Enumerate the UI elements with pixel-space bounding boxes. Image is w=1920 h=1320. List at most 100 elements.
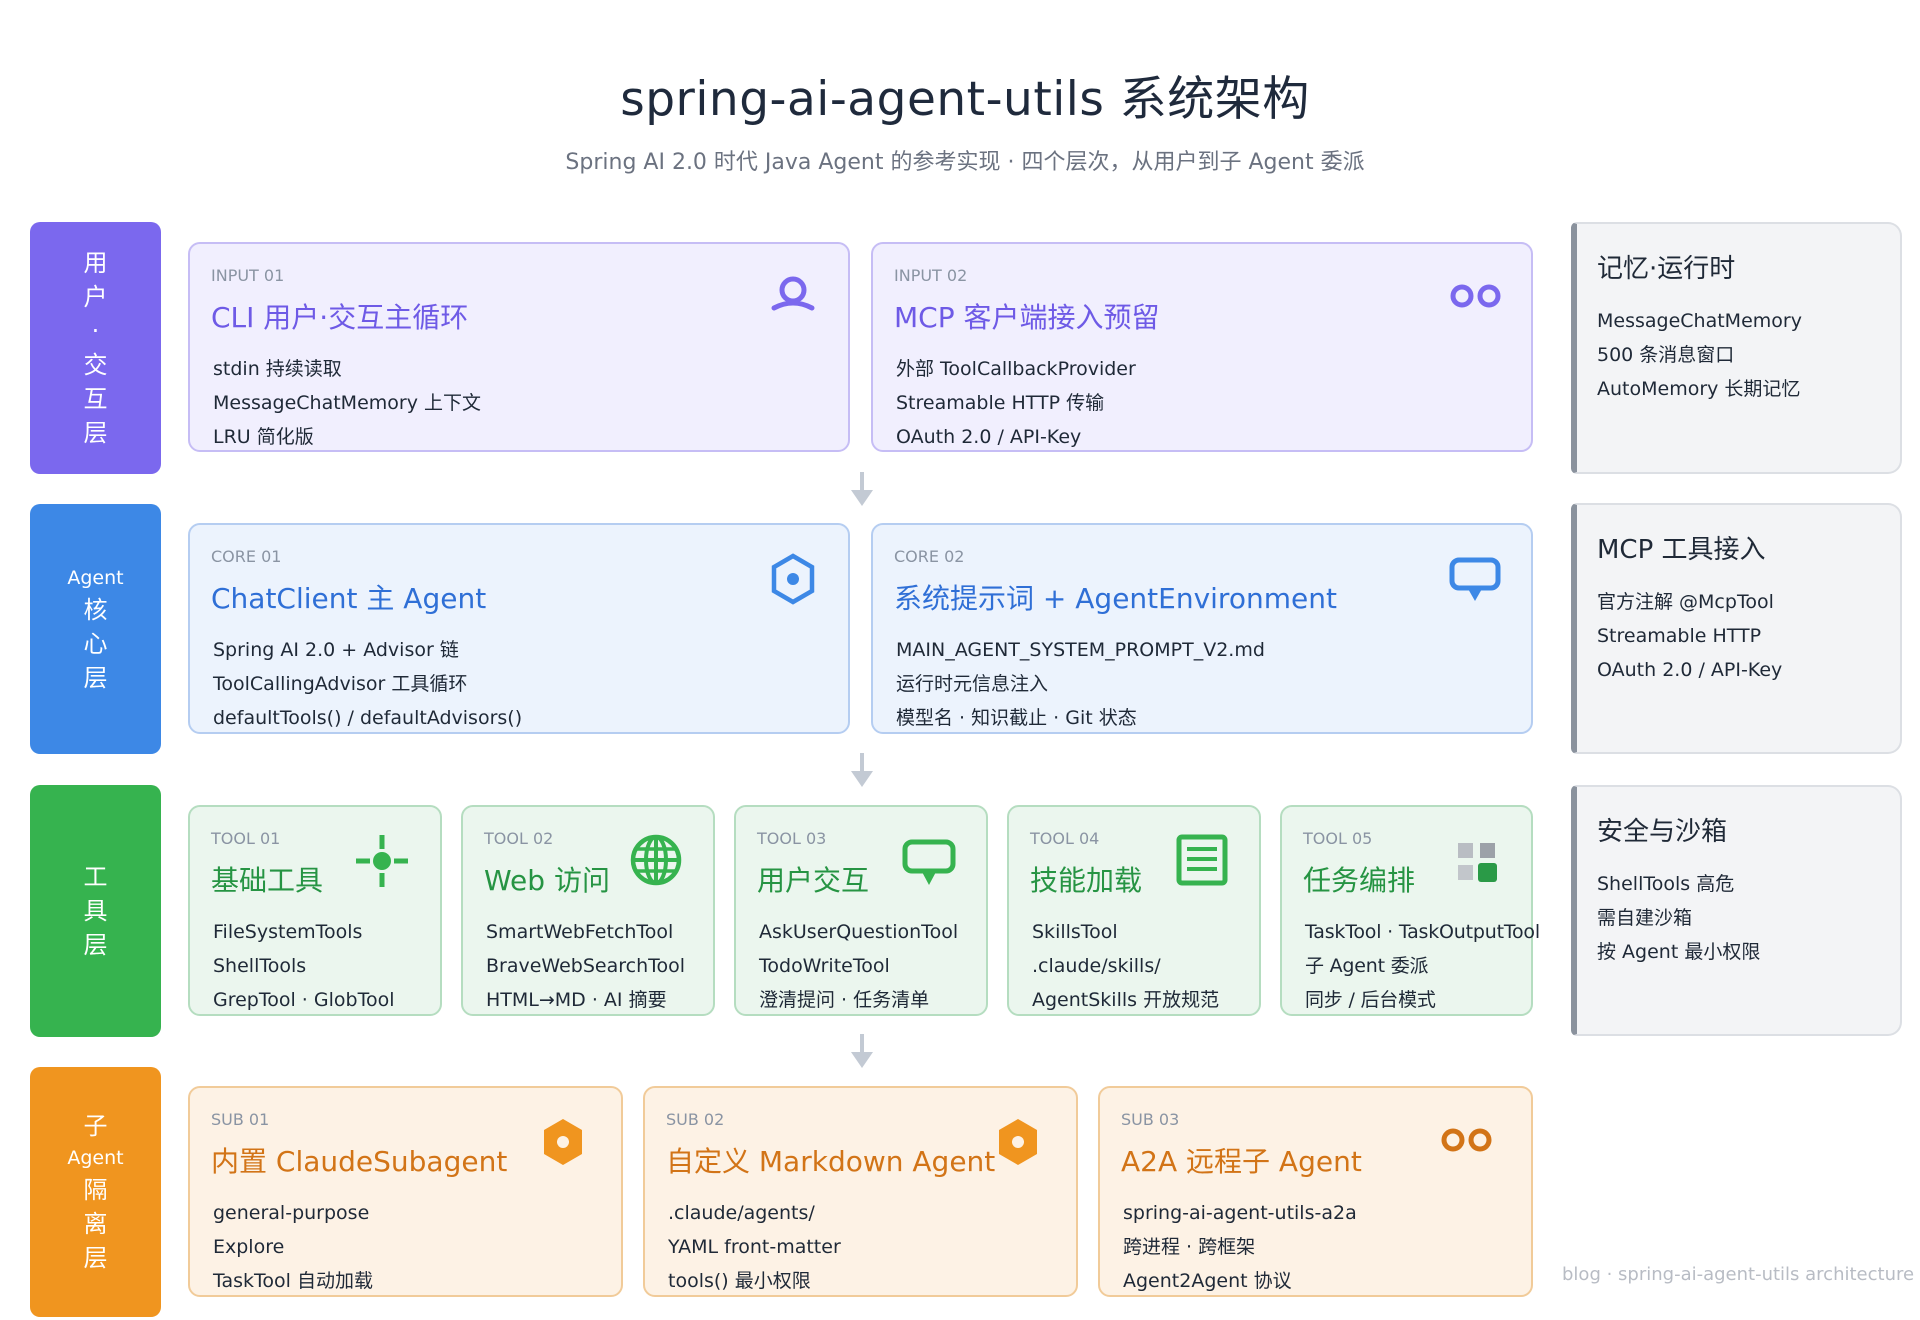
arrow-down-icon: [851, 1034, 873, 1068]
card-title: ChatClient 主 Agent: [211, 582, 487, 615]
arrow-down-icon: [851, 753, 873, 787]
card-line: 运行时元信息注入: [896, 673, 1049, 695]
card-title: MCP 客户端接入预留: [894, 301, 1160, 334]
card-tag: CORE 01: [211, 547, 282, 566]
card-line: general-purpose: [213, 1202, 370, 1224]
card-line: LRU 简化版: [213, 426, 314, 448]
card-skill-loading: TOOL 04 技能加载 SkillsTool .claude/skills/ …: [1007, 805, 1261, 1016]
card-line: AskUserQuestionTool: [759, 921, 959, 943]
card-title: 内置 ClaudeSubagent: [211, 1145, 508, 1178]
document-icon: [1176, 834, 1228, 886]
card-title: 任务编排: [1303, 864, 1416, 897]
chat-bubble-icon: [1449, 557, 1501, 601]
card-line: 外部 ToolCallbackProvider: [896, 358, 1136, 380]
card-line: SkillsTool: [1032, 921, 1118, 943]
card-tag: INPUT 02: [894, 266, 968, 285]
card-line: OAuth 2.0 / API-Key: [896, 426, 1082, 448]
side-panel-line: 按 Agent 最小权限: [1597, 941, 1761, 963]
layer-label-text: 层: [83, 419, 108, 447]
side-panel-line: 官方注解 @McpTool: [1597, 591, 1774, 613]
footer-caption: blog · spring-ai-agent-utils architectur…: [1562, 1264, 1915, 1285]
card-line: SmartWebFetchTool: [486, 921, 674, 943]
side-panel-line: 500 条消息窗口: [1597, 344, 1735, 366]
card-line: TodoWriteTool: [759, 955, 890, 977]
hexagon-icon: [999, 1119, 1037, 1165]
layer-label-agent-core: Agent 核 心 层: [30, 504, 161, 754]
card-line: BraveWebSearchTool: [486, 955, 686, 977]
side-panel-line: AutoMemory 长期记忆: [1597, 378, 1801, 400]
card-line: ToolCallingAdvisor 工具循环: [213, 673, 468, 695]
side-panel-mcp-tools: MCP 工具接入 官方注解 @McpTool Streamable HTTP O…: [1571, 503, 1902, 754]
double-ring-icon: [1450, 284, 1501, 308]
layer-label-text: 工: [83, 863, 108, 891]
card-line: 跨进程 · 跨框架: [1123, 1236, 1256, 1258]
card-line: spring-ai-agent-utils-a2a: [1123, 1202, 1357, 1224]
card-line: stdin 持续读取: [213, 358, 342, 380]
card-builtin-subagent: SUB 01 内置 ClaudeSubagent general-purpose…: [188, 1086, 623, 1297]
layer-label-text: 子: [83, 1112, 108, 1140]
crosshair-icon: [356, 835, 408, 887]
card-title: 技能加载: [1030, 864, 1143, 897]
card-tag: INPUT 01: [211, 266, 285, 285]
hexagon-icon: [544, 1119, 582, 1165]
card-tag: SUB 02: [666, 1110, 725, 1129]
card-title: CLI 用户·交互主循环: [211, 301, 469, 334]
card-line: FileSystemTools: [213, 921, 363, 943]
layer-label-text: 离: [83, 1210, 108, 1238]
card-tag: SUB 03: [1121, 1110, 1180, 1129]
layer-label-text: 用: [83, 249, 108, 277]
globe-icon: [630, 834, 682, 886]
card-basic-tools: TOOL 01 基础工具 FileSystemTools ShellTools …: [188, 805, 442, 1016]
card-line: Explore: [213, 1236, 285, 1258]
card-title: Web 访问: [484, 864, 610, 897]
card-line: GrepTool · GlobTool: [213, 989, 395, 1011]
layer-label-text: 交: [83, 351, 108, 379]
card-chatclient-agent: CORE 01 ChatClient 主 Agent Spring AI 2.0…: [188, 523, 850, 734]
card-tag: TOOL 01: [211, 829, 281, 848]
layer-label-text: Agent: [67, 1147, 124, 1169]
card-title: 基础工具: [211, 864, 324, 897]
layer-label-text: 户: [83, 283, 108, 311]
layer-label-tools: 工 具 层: [30, 785, 161, 1037]
card-title: 用户交互: [757, 864, 870, 897]
card-line: TaskTool 自动加载: [213, 1270, 373, 1292]
card-user-interaction: TOOL 03 用户交互 AskUserQuestionTool TodoWri…: [734, 805, 988, 1016]
side-panel-line: Streamable HTTP: [1597, 625, 1762, 647]
side-panel-title: 记忆·运行时: [1597, 254, 1736, 284]
layer-label-text: Agent: [67, 567, 124, 589]
layer-label-text: ·: [91, 317, 100, 345]
layer-label-subagent: 子 Agent 隔 离 层: [30, 1067, 161, 1317]
card-tag: SUB 01: [211, 1110, 270, 1129]
card-title: A2A 远程子 Agent: [1121, 1145, 1362, 1178]
side-panel-line: OAuth 2.0 / API-Key: [1597, 659, 1783, 681]
card-title: 自定义 Markdown Agent: [666, 1145, 996, 1178]
card-line: 澄清提问 · 任务清单: [759, 989, 930, 1011]
chat-bubble-icon: [902, 839, 956, 885]
card-cli-user: INPUT 01 CLI 用户·交互主循环 stdin 持续读取 Message…: [188, 242, 850, 452]
card-tag: CORE 02: [894, 547, 965, 566]
user-search-icon: [771, 276, 815, 311]
card-a2a-remote-agent: SUB 03 A2A 远程子 Agent spring-ai-agent-uti…: [1098, 1086, 1533, 1297]
card-line: MAIN_AGENT_SYSTEM_PROMPT_V2.md: [896, 639, 1265, 661]
layer-label-text: 层: [83, 664, 108, 692]
card-line: Agent2Agent 协议: [1123, 1270, 1292, 1292]
side-panel-line: 需自建沙箱: [1597, 907, 1693, 929]
page-subtitle: Spring AI 2.0 时代 Java Agent 的参考实现 · 四个层次…: [565, 150, 1365, 175]
side-panel-line: ShellTools 高危: [1597, 873, 1735, 895]
card-line: Spring AI 2.0 + Advisor 链: [213, 639, 459, 661]
card-line: Streamable HTTP 传输: [896, 392, 1105, 414]
card-line: ShellTools: [213, 955, 307, 977]
card-line: .claude/skills/: [1032, 955, 1161, 977]
card-title: 系统提示词 + AgentEnvironment: [894, 582, 1337, 615]
card-task-orchestration: TOOL 05 任务编排 TaskTool · TaskOutputTool 子…: [1280, 805, 1540, 1016]
layer-label-text: 具: [83, 897, 108, 925]
card-line: YAML front-matter: [668, 1236, 841, 1258]
card-system-prompt: CORE 02 系统提示词 + AgentEnvironment MAIN_AG…: [871, 523, 1533, 734]
card-line: 同步 / 后台模式: [1305, 989, 1436, 1011]
card-tag: TOOL 05: [1303, 829, 1373, 848]
card-tag: TOOL 04: [1030, 829, 1100, 848]
grid-icon: [1458, 843, 1497, 882]
layer-label-text: 互: [83, 385, 108, 413]
side-panel-memory-runtime: 记忆·运行时 MessageChatMemory 500 条消息窗口 AutoM…: [1571, 222, 1902, 474]
layer-label-text: 核: [83, 596, 108, 624]
